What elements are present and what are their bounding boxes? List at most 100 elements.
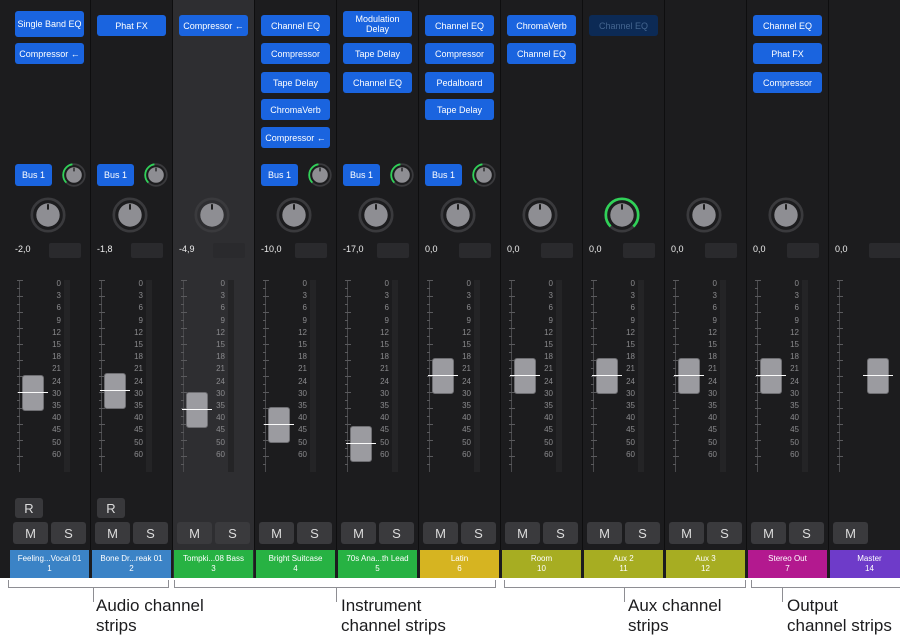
- plugin-slot-button[interactable]: Tape Delay: [425, 99, 494, 120]
- send-level-knob[interactable]: [308, 163, 332, 187]
- pan-knob[interactable]: [768, 197, 804, 233]
- solo-button[interactable]: S: [789, 522, 824, 544]
- send-knob-icon[interactable]: [62, 163, 86, 187]
- pan-knob-icon[interactable]: [358, 197, 394, 233]
- send-level-knob[interactable]: [62, 163, 86, 187]
- channel-name-label[interactable]: Aux 2 11: [584, 550, 663, 578]
- send-bus-button[interactable]: Bus 1: [261, 164, 298, 186]
- mute-button[interactable]: M: [505, 522, 540, 544]
- mute-button[interactable]: M: [13, 522, 48, 544]
- pan-knob-icon[interactable]: [194, 197, 230, 233]
- pan-knob-icon[interactable]: [686, 197, 722, 233]
- solo-button[interactable]: S: [297, 522, 332, 544]
- volume-fader[interactable]: 0 3 6 9 12 15 18 21 24 30 35 40 45 50 60: [173, 280, 254, 475]
- plugin-slot-button[interactable]: ChromaVerb: [507, 15, 576, 36]
- pan-knob[interactable]: [194, 197, 230, 233]
- plugin-slot-button[interactable]: Compressor: [425, 43, 494, 64]
- volume-fader[interactable]: 0 3 6 9 12 15 18 21 24 30 35 40 45 50 60: [665, 280, 746, 475]
- fader-cap[interactable]: [863, 357, 893, 394]
- pan-knob-icon[interactable]: [522, 197, 558, 233]
- plugin-slot-button[interactable]: Pedalboard: [425, 72, 494, 93]
- channel-name-label[interactable]: 70s Ana...th Lead 5: [338, 550, 417, 578]
- send-bus-button[interactable]: Bus 1: [425, 164, 462, 186]
- volume-fader[interactable]: 0 3 6 9 12 15 18 21 24 30 35 40 45 50 60: [501, 280, 582, 475]
- mute-button[interactable]: M: [423, 522, 458, 544]
- mute-button[interactable]: M: [669, 522, 704, 544]
- send-level-knob[interactable]: [472, 163, 496, 187]
- fader-cap[interactable]: [756, 357, 786, 394]
- plugin-slot-button[interactable]: Channel EQ: [589, 15, 658, 36]
- plugin-slot-button[interactable]: Phat FX: [97, 15, 166, 36]
- pan-knob[interactable]: [276, 197, 312, 233]
- pan-knob[interactable]: [112, 197, 148, 233]
- mute-button[interactable]: M: [833, 522, 868, 544]
- channel-name-label[interactable]: Master 14: [830, 550, 900, 578]
- plugin-slot-button[interactable]: Modulation Delay: [343, 11, 412, 37]
- plugin-slot-button[interactable]: Channel EQ: [343, 72, 412, 93]
- pan-knob-icon[interactable]: [604, 197, 640, 233]
- plugin-slot-button[interactable]: Phat FX: [753, 43, 822, 64]
- mute-button[interactable]: M: [259, 522, 294, 544]
- solo-button[interactable]: S: [51, 522, 86, 544]
- send-knob-icon[interactable]: [472, 163, 496, 187]
- solo-button[interactable]: S: [215, 522, 250, 544]
- volume-fader[interactable]: 0 3 6 9 12 15 18 21 24 30 35 40 45 50 60: [91, 280, 172, 475]
- volume-fader[interactable]: 0 3 6 9 12 15 18 21 24 30 35 40 45 50 60: [9, 280, 90, 475]
- plugin-slot-button[interactable]: Compressor ←: [261, 127, 330, 148]
- pan-knob[interactable]: [686, 197, 722, 233]
- plugin-slot-button[interactable]: Channel EQ: [753, 15, 822, 36]
- pan-knob[interactable]: [604, 197, 640, 233]
- plugin-slot-button[interactable]: ChromaVerb: [261, 99, 330, 120]
- plugin-slot-button[interactable]: Compressor: [753, 72, 822, 93]
- send-knob-icon[interactable]: [144, 163, 168, 187]
- solo-button[interactable]: S: [379, 522, 414, 544]
- channel-name-label[interactable]: Room 10: [502, 550, 581, 578]
- pan-knob[interactable]: [440, 197, 476, 233]
- channel-name-label[interactable]: Latin 6: [420, 550, 499, 578]
- mute-button[interactable]: M: [177, 522, 212, 544]
- read-automation-button[interactable]: R: [15, 498, 43, 518]
- plugin-slot-button[interactable]: Compressor ←: [15, 43, 84, 64]
- plugin-slot-button[interactable]: Channel EQ: [425, 15, 494, 36]
- mute-button[interactable]: M: [587, 522, 622, 544]
- channel-name-label[interactable]: Bone Dr...reak 01 2: [92, 550, 171, 578]
- send-bus-button[interactable]: Bus 1: [15, 164, 52, 186]
- volume-fader[interactable]: [829, 280, 900, 475]
- plugin-slot-button[interactable]: Tape Delay: [343, 43, 412, 64]
- plugin-slot-button[interactable]: Compressor ←: [179, 15, 248, 36]
- mute-button[interactable]: M: [341, 522, 376, 544]
- plugin-slot-button[interactable]: Channel EQ: [261, 15, 330, 36]
- fader-cap[interactable]: [100, 372, 130, 409]
- plugin-slot-button[interactable]: Single Band EQ: [15, 11, 84, 37]
- solo-button[interactable]: S: [625, 522, 660, 544]
- solo-button[interactable]: S: [707, 522, 742, 544]
- channel-name-label[interactable]: Tompki...08 Bass 3: [174, 550, 253, 578]
- solo-button[interactable]: S: [133, 522, 168, 544]
- send-bus-button[interactable]: Bus 1: [97, 164, 134, 186]
- plugin-slot-button[interactable]: Channel EQ: [507, 43, 576, 64]
- volume-fader[interactable]: 0 3 6 9 12 15 18 21 24 30 35 40 45 50 60: [255, 280, 336, 475]
- fader-cap[interactable]: [510, 357, 540, 394]
- read-automation-button[interactable]: R: [97, 498, 125, 518]
- channel-name-label[interactable]: Bright Suitcase 4: [256, 550, 335, 578]
- pan-knob[interactable]: [522, 197, 558, 233]
- pan-knob-icon[interactable]: [30, 197, 66, 233]
- channel-name-label[interactable]: Stereo Out 7: [748, 550, 827, 578]
- fader-cap[interactable]: [18, 374, 48, 411]
- volume-fader[interactable]: 0 3 6 9 12 15 18 21 24 30 35 40 45 50 60: [747, 280, 828, 475]
- mute-button[interactable]: M: [751, 522, 786, 544]
- fader-cap[interactable]: [182, 391, 212, 428]
- fader-cap[interactable]: [264, 406, 294, 443]
- pan-knob[interactable]: [358, 197, 394, 233]
- pan-knob-icon[interactable]: [440, 197, 476, 233]
- volume-fader[interactable]: 0 3 6 9 12 15 18 21 24 30 35 40 45 50 60: [419, 280, 500, 475]
- pan-knob[interactable]: [30, 197, 66, 233]
- channel-name-label[interactable]: Aux 3 12: [666, 550, 745, 578]
- pan-knob-icon[interactable]: [112, 197, 148, 233]
- fader-cap[interactable]: [592, 357, 622, 394]
- solo-button[interactable]: S: [543, 522, 578, 544]
- mute-button[interactable]: M: [95, 522, 130, 544]
- fader-cap[interactable]: [674, 357, 704, 394]
- fader-cap[interactable]: [428, 357, 458, 394]
- send-level-knob[interactable]: [144, 163, 168, 187]
